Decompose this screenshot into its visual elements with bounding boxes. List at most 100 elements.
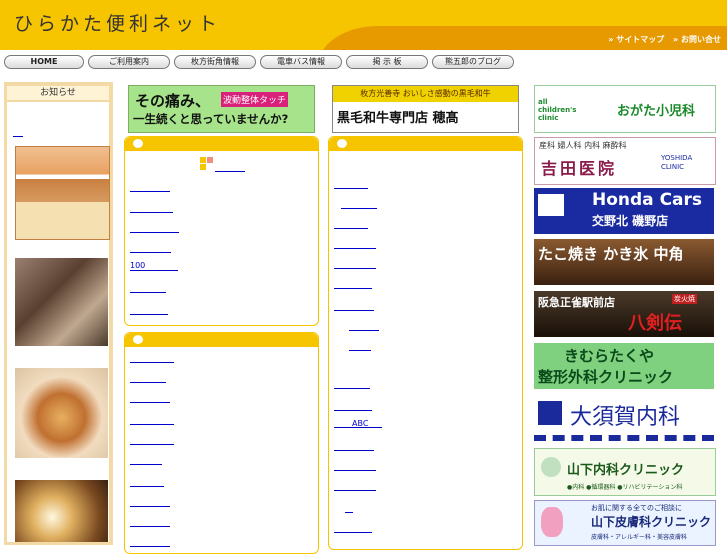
- panel-link[interactable]: [334, 523, 372, 533]
- seitai-banner[interactable]: その痛み、 波動整体タッチ 一生続くと思っていませんか?: [128, 85, 315, 133]
- ad-yamashita-derm-sub: 皮膚科・アレルギー科・美容皮膚科: [591, 534, 688, 541]
- panel-link-abc[interactable]: ABC: [334, 419, 382, 428]
- panel-link[interactable]: [341, 199, 377, 209]
- panel-link[interactable]: [345, 503, 353, 513]
- ad-yoshida-sub: 産科 婦人科 内科 麻酔科: [539, 141, 627, 150]
- ad-honda-sub: 交野北 磯野店: [592, 214, 669, 228]
- news-link[interactable]: [13, 136, 23, 137]
- ad-yoshida-extra: YOSHIDA CLINIC: [661, 154, 693, 171]
- panel-link[interactable]: [334, 239, 376, 249]
- panel-link[interactable]: [334, 259, 376, 269]
- panel-link[interactable]: [130, 415, 174, 425]
- panel-link[interactable]: [130, 517, 170, 527]
- menu-blog[interactable]: 熊五郎のブログ: [432, 55, 514, 69]
- panel-link[interactable]: [334, 481, 376, 491]
- square-bullet-icon: [207, 157, 213, 163]
- wagyu-banner-top: 枚方光善寺 おいしさ感動の黒毛和牛: [333, 86, 518, 102]
- menu-bbs[interactable]: 掲 示 板: [346, 55, 428, 69]
- panel-link[interactable]: [349, 341, 371, 351]
- wagyu-banner[interactable]: 枚方光善寺 おいしさ感動の黒毛和牛 黒毛和牛専門店 穂髙: [332, 85, 519, 133]
- panel-link[interactable]: [130, 393, 170, 403]
- pencil-icon: [133, 335, 143, 344]
- panel-link[interactable]: [130, 373, 166, 383]
- panel-link[interactable]: [334, 301, 374, 311]
- panel-link[interactable]: [349, 321, 379, 331]
- seitai-banner-line2: 一生続くと思っていませんか?: [133, 112, 289, 126]
- food-photo[interactable]: [15, 368, 108, 458]
- honda-logo-icon: [538, 194, 564, 216]
- panel-header: [125, 137, 318, 151]
- left-sidebar: お知らせ: [4, 82, 113, 545]
- panel-link[interactable]: [130, 243, 171, 253]
- ad-yoshida-text: 吉田医院: [541, 159, 618, 178]
- panel-link[interactable]: [334, 219, 368, 229]
- ad-osuga-text: 大須賀内科: [570, 405, 681, 430]
- center-panel-bottom: [124, 332, 319, 554]
- panel-link[interactable]: [334, 279, 372, 289]
- panel-link[interactable]: [130, 203, 173, 213]
- ad-kimura-sub: 整形外科クリニック: [538, 368, 674, 386]
- ad-hakkenden-extra: 炭火焼: [672, 294, 697, 304]
- panel-link-100[interactable]: 100: [130, 261, 178, 271]
- wagyu-banner-bottom: 黒毛和牛専門店 穂髙: [337, 111, 459, 126]
- ad-ogata-pediatrics[interactable]: all children's clinic おがた小児科: [534, 85, 716, 133]
- sitemap-link[interactable]: » サイトマップ: [608, 35, 664, 44]
- panel-link[interactable]: [334, 379, 370, 389]
- panel-link[interactable]: [130, 305, 168, 315]
- square-bullet-icon: [200, 157, 206, 163]
- ad-yamashita-dermatology[interactable]: お肌に関する全てのご相談に 山下皮膚科クリニック 皮膚科・アレルギー科・美容皮膚…: [534, 500, 716, 546]
- ad-honda-cars[interactable]: Honda Cars 交野北 磯野店: [534, 188, 714, 234]
- panel-link[interactable]: [334, 179, 368, 189]
- ad-kimura-text: きむらたくや: [564, 347, 655, 365]
- ad-yamashita-derm-text: 山下皮膚科クリニック: [591, 515, 712, 529]
- newsletter-thumbnail[interactable]: [15, 146, 110, 240]
- ad-yamashita-internal[interactable]: 山下内科クリニック ●内科 ●循環器科 ●リハビリテーション科: [534, 448, 716, 496]
- seitai-banner-box: 波動整体タッチ: [221, 92, 289, 107]
- site-title[interactable]: ひらかた便利ネット: [14, 9, 221, 36]
- ad-takoyaki-text: たこ焼き かき氷 中角: [538, 245, 684, 263]
- pencil-icon: [133, 139, 143, 148]
- center-panel-top: 100: [124, 136, 319, 326]
- mascot-icon: [541, 507, 563, 537]
- ad-yamashita-derm-extra: お肌に関する全てのご相談に: [591, 504, 682, 512]
- yamashita-logo-icon: [541, 457, 561, 477]
- menu-home[interactable]: HOME: [4, 55, 84, 69]
- ad-yoshida-clinic[interactable]: 産科 婦人科 内科 麻酔科 吉田医院 YOSHIDA CLINIC: [534, 137, 716, 185]
- panel-link[interactable]: [334, 441, 374, 451]
- panel-link[interactable]: [130, 477, 164, 487]
- menu-guide[interactable]: ご利用案内: [88, 55, 170, 69]
- panel-link[interactable]: [334, 461, 376, 471]
- ad-ogata-sub: all children's clinic: [538, 98, 577, 122]
- panel-link[interactable]: [130, 283, 166, 293]
- osuga-logo-icon: [538, 401, 562, 425]
- panel-link[interactable]: [130, 182, 170, 192]
- panel-link[interactable]: [130, 435, 174, 445]
- main-menu: HOME ご利用案内 枚方街角情報 電車バス情報 掲 示 板 熊五郎のブログ: [0, 53, 727, 71]
- site-header: ひらかた便利ネット » サイトマップ » お問い合せ: [0, 0, 727, 50]
- ad-yamashita-sub: ●内科 ●循環器科 ●リハビリテーション科: [567, 484, 683, 491]
- panel-link[interactable]: [215, 162, 245, 172]
- menu-street-info[interactable]: 枚方街角情報: [174, 55, 256, 69]
- ad-ogata-text: おがた小児科: [617, 104, 696, 119]
- panel-link[interactable]: [130, 455, 162, 465]
- contact-link[interactable]: » お問い合せ: [673, 35, 721, 44]
- ad-osuga-clinic[interactable]: 大須賀内科: [534, 395, 714, 441]
- panel-link[interactable]: [130, 223, 179, 233]
- right-panel: ABC: [328, 136, 523, 550]
- concert-photo[interactable]: [15, 258, 108, 346]
- ad-hakkenden-sub: 八剣伝: [628, 313, 682, 334]
- ad-takoyaki-nakasumi[interactable]: たこ焼き かき氷 中角: [534, 239, 714, 285]
- panel-link[interactable]: [130, 353, 174, 363]
- panel-header: [125, 333, 318, 347]
- ad-hakkenden[interactable]: 阪急正雀駅前店 炭火焼 八剣伝: [534, 291, 714, 337]
- menu-train-bus-info[interactable]: 電車バス情報: [260, 55, 342, 69]
- panel-link[interactable]: [130, 497, 170, 507]
- panel-link[interactable]: [334, 401, 372, 411]
- dish-photo[interactable]: [15, 480, 108, 542]
- square-bullet-icon: [200, 164, 206, 170]
- ad-kimura-orthopedics[interactable]: きむらたくや 整形外科クリニック: [534, 343, 714, 389]
- news-body: [7, 102, 110, 542]
- ad-yamashita-text: 山下内科クリニック: [567, 463, 685, 478]
- panel-link[interactable]: [130, 537, 170, 547]
- news-heading: お知らせ: [7, 86, 109, 100]
